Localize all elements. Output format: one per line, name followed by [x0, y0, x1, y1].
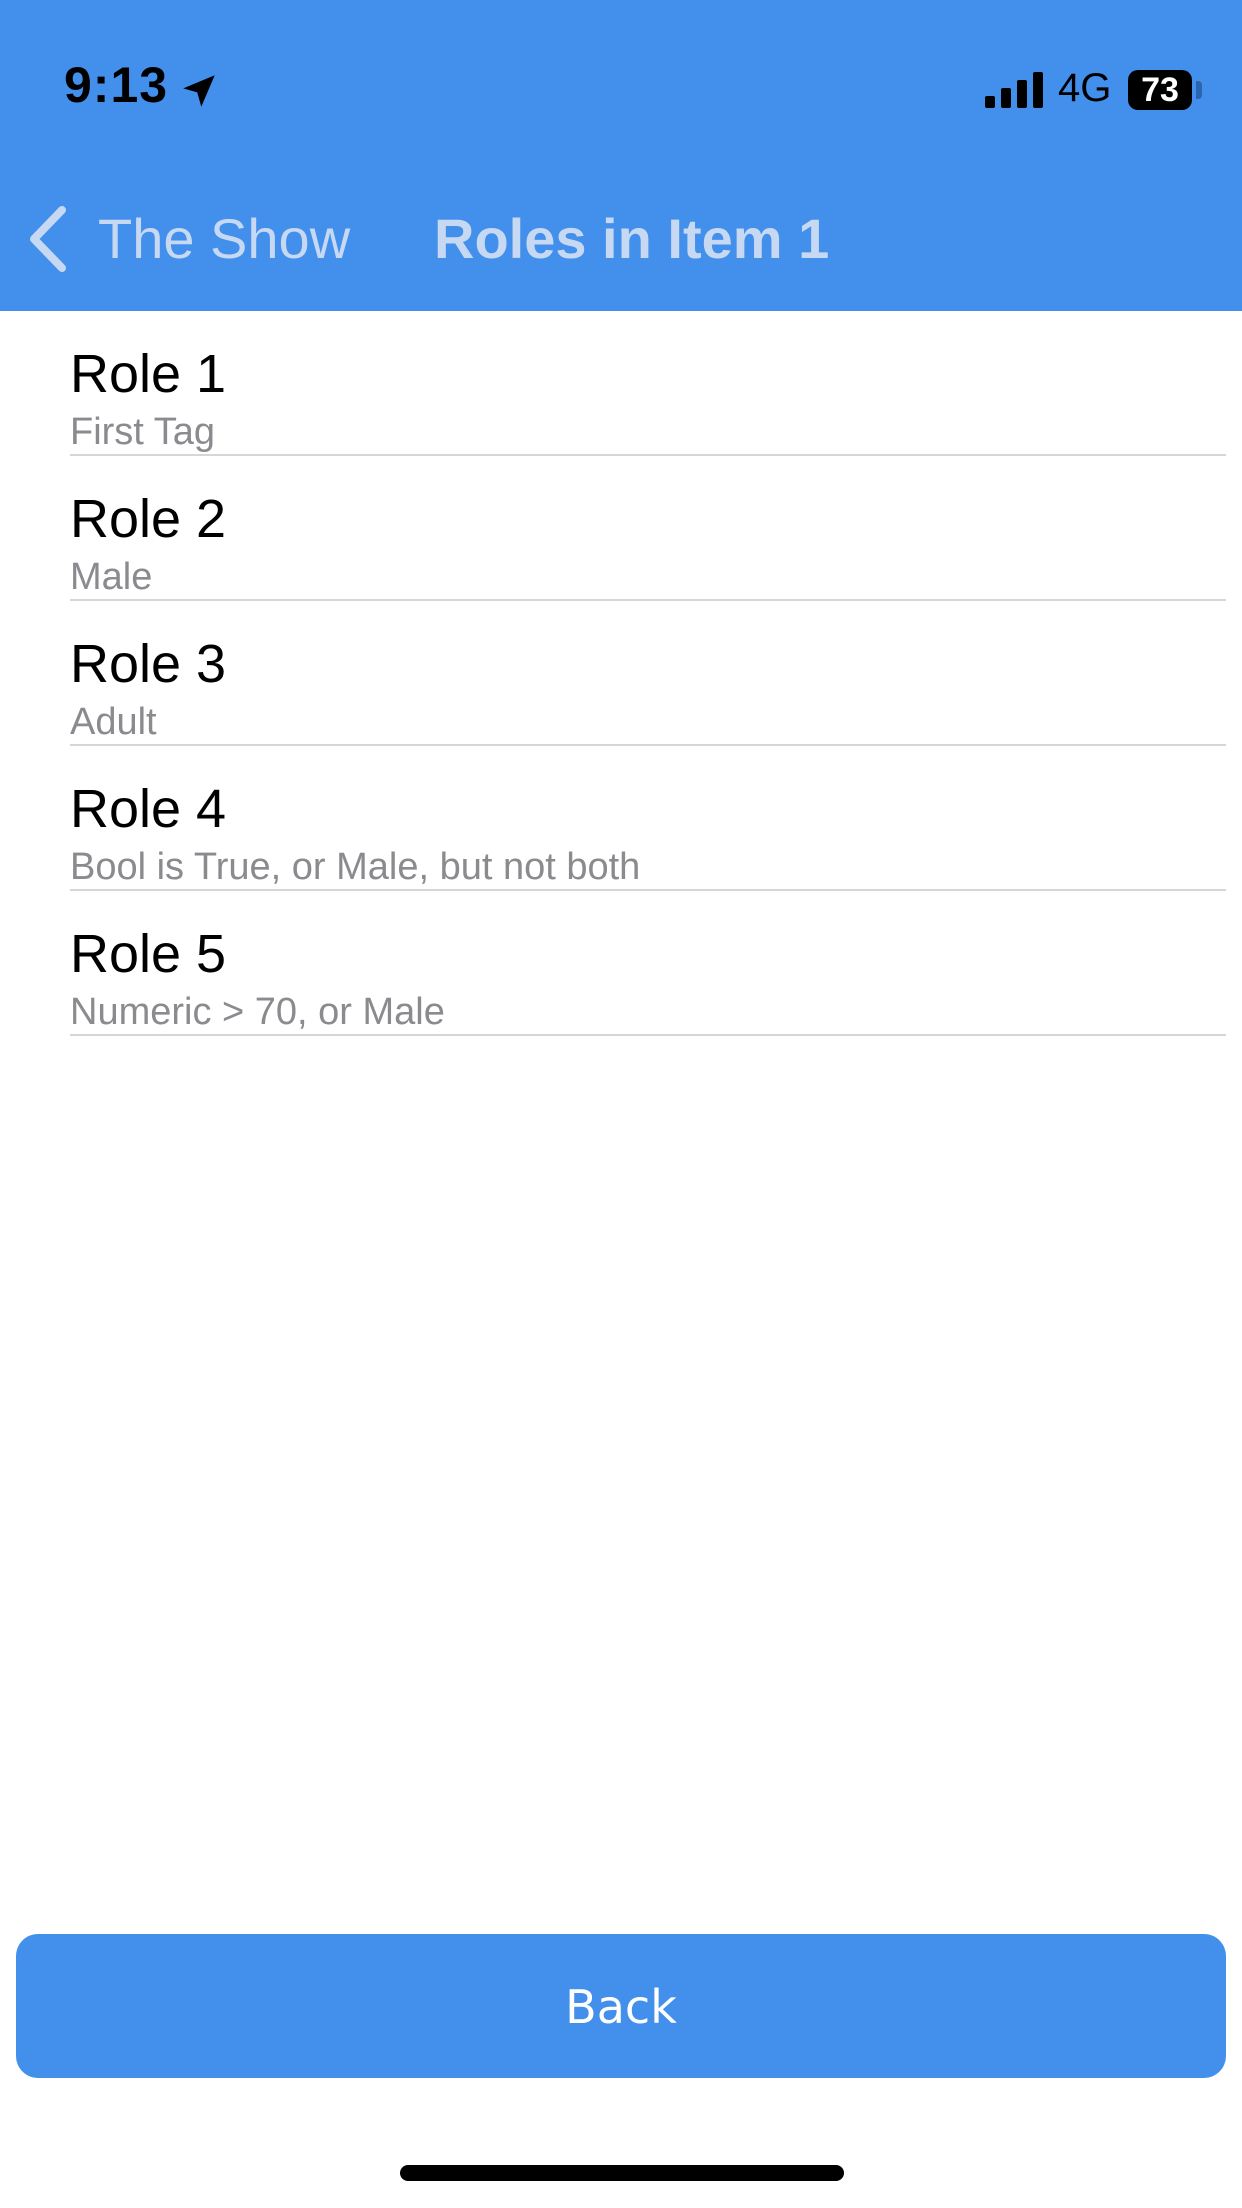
- home-indicator[interactable]: [400, 2165, 844, 2181]
- status-time: 9:13: [64, 57, 169, 113]
- list-item-role-5[interactable]: Role 5 Numeric > 70, or Male: [70, 891, 1226, 1036]
- battery-cap: [1196, 81, 1202, 99]
- network-type: 4G: [1058, 66, 1112, 110]
- chevron-left-icon[interactable]: [24, 204, 72, 274]
- role-title: Role 4: [70, 779, 227, 839]
- list-item-role-4[interactable]: Role 4 Bool is True, or Male, but not bo…: [70, 746, 1226, 891]
- role-subtitle: Adult: [70, 701, 157, 743]
- role-title: Role 1: [70, 344, 227, 404]
- nav-back-button[interactable]: The Show: [98, 206, 350, 271]
- role-subtitle: Male: [70, 556, 153, 598]
- role-title: Role 5: [70, 924, 227, 984]
- header-bar: 9:13 4G 73 The Show Roles in Item 1: [0, 0, 1242, 311]
- location-arrow-icon: [183, 75, 215, 107]
- role-title: Role 2: [70, 489, 227, 549]
- battery-icon: 73: [1128, 70, 1192, 110]
- list-item-role-2[interactable]: Role 2 Male: [70, 456, 1226, 601]
- roles-list: Role 1 First Tag Role 2 Male Role 3 Adul…: [0, 311, 1242, 1036]
- role-subtitle: First Tag: [70, 411, 216, 453]
- back-button[interactable]: Back: [16, 1934, 1226, 2078]
- list-item-role-3[interactable]: Role 3 Adult: [70, 601, 1226, 746]
- role-subtitle: Numeric > 70, or Male: [70, 991, 445, 1033]
- signal-bars-icon: [985, 72, 1043, 108]
- role-title: Role 3: [70, 634, 227, 694]
- list-item-role-1[interactable]: Role 1 First Tag: [70, 311, 1226, 456]
- page-title: Roles in Item 1: [434, 207, 830, 270]
- role-subtitle: Bool is True, or Male, but not both: [70, 846, 641, 888]
- screen: 9:13 4G 73 The Show Roles in Item 1 Role…: [0, 0, 1242, 2208]
